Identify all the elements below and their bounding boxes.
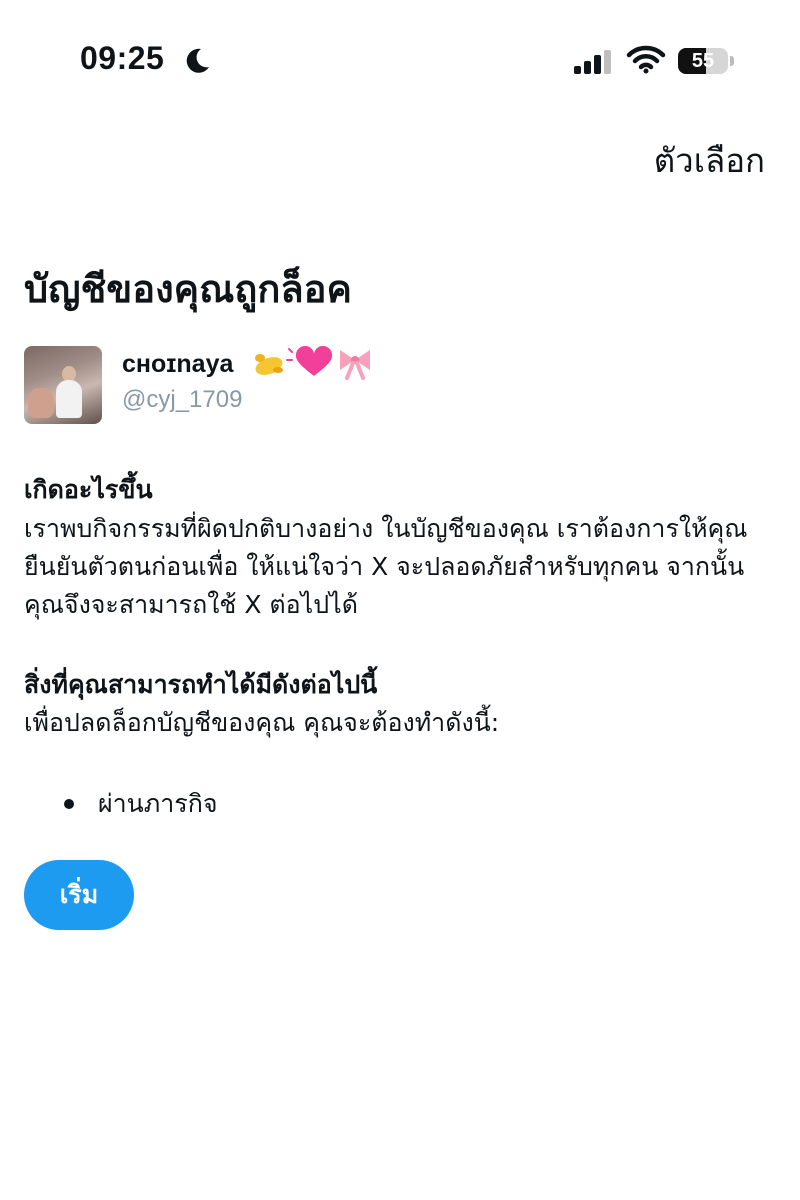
display-name: cʜᴏɪnaya <box>122 350 234 378</box>
what-happened-text: เราพบกิจกรรมที่ผิดปกติบางอย่าง ในบัญชีขอ… <box>24 514 748 619</box>
moon-icon <box>186 48 209 73</box>
options-button[interactable]: ตัวเลือก <box>654 134 765 187</box>
account-card: cʜᴏɪnaya @cyj_1709 <box>24 346 724 428</box>
battery-body: 55 <box>678 48 728 74</box>
signal-icon <box>574 50 611 74</box>
steps-list: ผ่านภารกิจ <box>60 786 218 822</box>
battery-level: 55 <box>691 50 715 72</box>
avatar-figure <box>56 380 82 418</box>
start-button[interactable]: เริ่ม <box>24 860 134 930</box>
account-handle: @cyj_1709 <box>122 386 243 413</box>
what-you-can-do-text: เพื่อปลดล็อกบัญชีของคุณ คุณจะต้องทำดังนี… <box>24 708 500 737</box>
what-you-can-do-heading: สิ่งที่คุณสามารถทำได้มีดังต่อไปนี้ <box>24 670 378 699</box>
ribbon-emoji-icon <box>340 350 370 380</box>
list-item: ผ่านภารกิจ <box>60 786 218 822</box>
name-emojis <box>255 346 370 380</box>
avatar <box>24 346 102 424</box>
status-time: 09:25 <box>80 40 165 76</box>
step-label: ผ่านภารกิจ <box>98 789 218 818</box>
battery-icon: 55 <box>678 48 734 74</box>
bullet-dot <box>64 799 74 809</box>
what-happened-heading: เกิดอะไรขึ้น <box>24 475 153 504</box>
beating-heart-emoji-icon <box>286 346 333 376</box>
status-bar: 09:25 55 <box>0 0 800 120</box>
pinching-hand-emoji-icon <box>255 354 283 375</box>
wifi-icon <box>626 45 666 74</box>
avatar-hand <box>28 388 54 418</box>
page-title: บัญชีของคุณถูกล็อค <box>24 267 352 311</box>
battery-tip <box>730 56 734 66</box>
